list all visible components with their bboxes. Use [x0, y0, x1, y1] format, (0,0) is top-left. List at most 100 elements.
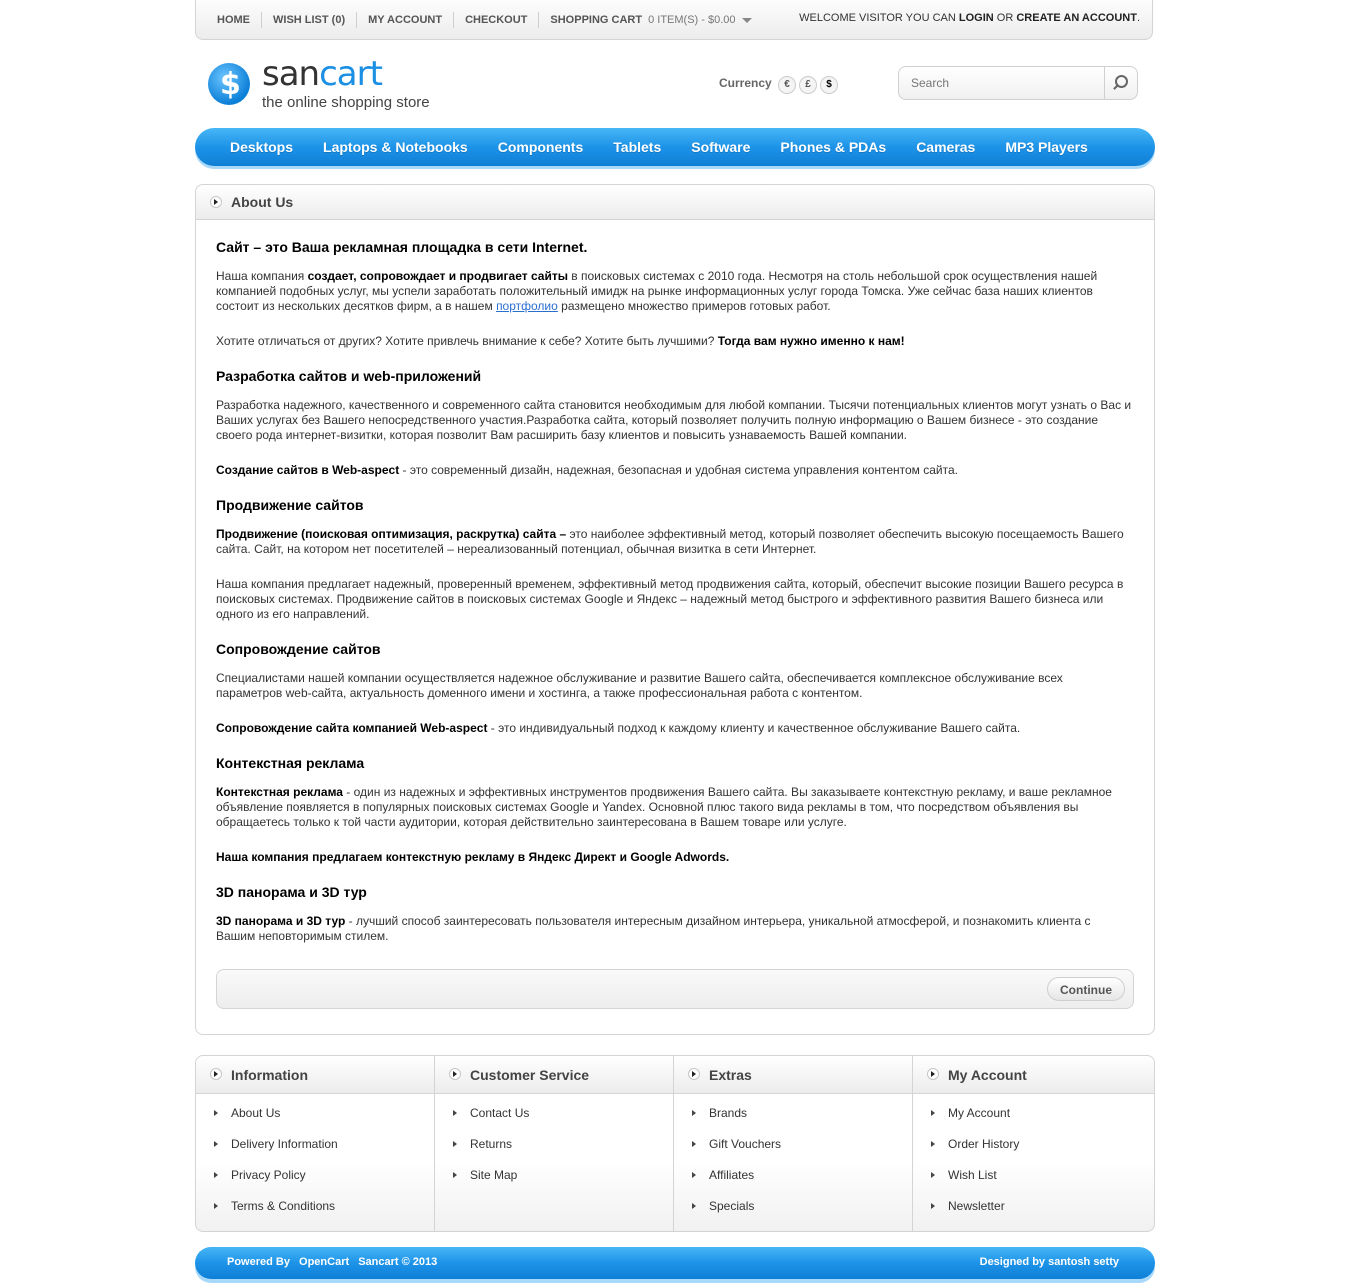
menu-item-phones[interactable]: Phones & PDAs [765, 128, 901, 166]
footer-link-brands[interactable]: Brands [692, 1106, 781, 1137]
footer-column-header: My Account [913, 1056, 1154, 1094]
shopping-cart-dropdown[interactable]: SHOPPING CART 0 ITEM(S) - $0.00 [539, 12, 762, 28]
footer-column-extras: Extras Brands Gift Vouchers Affiliates S… [674, 1056, 913, 1231]
paragraph-3d: 3D панорама и 3D тур - лучший способ заи… [216, 914, 1132, 944]
text: размещено множество примеров готовых раб… [557, 299, 831, 313]
menu-item-components[interactable]: Components [483, 128, 599, 166]
bold-text: Наша компания предлагаем контекстную рек… [216, 850, 730, 864]
opencart-link[interactable]: OpenCart [299, 1256, 349, 1268]
arrow-bullet-icon [688, 1068, 700, 1080]
bold-text: создает, сопровождает и продвигает сайты [307, 269, 568, 283]
paragraph-context-offer: Наша компания предлагаем контекстную рек… [216, 850, 1132, 865]
footer-column-title: Information [231, 1067, 308, 1083]
footer-link-newsletter[interactable]: Newsletter [931, 1199, 1019, 1230]
footer-link-contact[interactable]: Contact Us [453, 1106, 529, 1137]
currency-pound[interactable]: £ [799, 76, 818, 94]
bold-text: Создание сайтов в Web-aspect [216, 463, 400, 477]
main-menu: Desktops Laptops & Notebooks Components Tab… [195, 128, 1155, 166]
chevron-down-icon [741, 17, 752, 23]
currency-euro[interactable]: € [778, 76, 797, 94]
text: Наша компания [216, 269, 308, 283]
menu-item-laptops[interactable]: Laptops & Notebooks [308, 128, 483, 166]
shopping-cart-label: SHOPPING CART [550, 14, 643, 26]
paragraph-development: Разработка надежного, качественного и со… [216, 398, 1132, 442]
heading-promotion: Продвижение сайтов [216, 497, 364, 513]
footer-link-order-history[interactable]: Order History [931, 1137, 1019, 1168]
content-box: About Us Сайт – это Ваша рекламная площа… [195, 184, 1155, 1035]
content-header: About Us [196, 185, 1154, 220]
footer-link-site-map[interactable]: Site Map [453, 1168, 529, 1199]
paragraph-promotion: Продвижение (поисковая оптимизация, раск… [216, 527, 1132, 557]
currency-selector: Currency € £ $ [719, 76, 839, 94]
portfolio-link[interactable]: портфолио [496, 299, 558, 313]
footer-link-terms[interactable]: Terms & Conditions [214, 1199, 338, 1230]
menu-item-mp3[interactable]: MP3 Players [990, 128, 1103, 166]
text: - один из надежных и эффективных инструм… [216, 785, 1112, 829]
heading-intro: Сайт – это Ваша рекламная площадка в сет… [216, 239, 588, 255]
powered-by: Powered By OpenCart Sancart © 2013 [227, 1256, 443, 1268]
footer-column-information: Information About Us Delivery Informatio… [196, 1056, 435, 1231]
top-link-my-account[interactable]: MY ACCOUNT [357, 12, 455, 28]
powered-by-label: Powered By [227, 1256, 290, 1268]
footer-link-about-us[interactable]: About Us [214, 1106, 338, 1137]
logo-name-part-2: cart [319, 54, 383, 94]
heading-3d: 3D панорама и 3D тур [216, 884, 367, 900]
footer-link-returns[interactable]: Returns [453, 1137, 529, 1168]
heading-support: Сопровождение сайтов [216, 641, 381, 657]
paragraph-promotion-method: Наша компания предлагает надежный, прове… [216, 577, 1124, 621]
welcome-prefix: WELCOME VISITOR YOU CAN [799, 12, 956, 24]
logo-name: sancart [262, 54, 383, 94]
text: Хотите отличаться от других? Хотите прив… [216, 334, 718, 348]
footer-column-header: Information [196, 1056, 434, 1094]
create-account-link[interactable]: CREATE AN ACCOUNT [1016, 12, 1137, 24]
arrow-bullet-icon [449, 1068, 461, 1080]
text: - лучший способ заинтересовать пользоват… [216, 914, 1091, 943]
menu-item-software[interactable]: Software [676, 128, 765, 166]
paragraph-context-ads: Контекстная реклама - один из надежных и… [216, 785, 1132, 830]
heading-context-ads: Контекстная реклама [216, 755, 365, 771]
top-nav: HOME WISH LIST (0) MY ACCOUNT CHECKOUT SHOPP… [206, 12, 763, 28]
buttons-bar: Continue [216, 969, 1134, 1009]
welcome-or: OR [996, 12, 1014, 24]
welcome-period: . [1136, 12, 1140, 24]
arrow-bullet-icon [927, 1068, 939, 1080]
top-link-checkout[interactable]: CHECKOUT [454, 12, 540, 28]
top-link-wishlist[interactable]: WISH LIST (0) [262, 12, 358, 28]
footer-column-my-account: My Account My Account Order History Wish… [913, 1056, 1154, 1231]
footer-column-header: Customer Service [435, 1056, 673, 1094]
paragraph-cta: Хотите отличаться от других? Хотите прив… [216, 334, 1132, 349]
footer-link-affiliates[interactable]: Affiliates [692, 1168, 781, 1199]
footer-link-delivery[interactable]: Delivery Information [214, 1137, 338, 1168]
top-link-home[interactable]: HOME [206, 12, 262, 28]
logo-tagline: the online shopping store [262, 94, 430, 111]
footer-column-customer-service: Customer Service Contact Us Returns Site… [435, 1056, 674, 1231]
footer-link-wish-list[interactable]: Wish List [931, 1168, 1019, 1199]
bold-text: 3D панорама и 3D тур [216, 914, 346, 928]
continue-button[interactable]: Continue [1047, 977, 1125, 1001]
heading-development: Разработка сайтов и web-приложений [216, 368, 482, 384]
logo-name-part-1: san [262, 54, 320, 94]
footer-link-specials[interactable]: Specials [692, 1199, 781, 1230]
footer-column-header: Extras [674, 1056, 912, 1094]
currency-dollar[interactable]: $ [820, 76, 839, 94]
about-article: Сайт – это Ваша рекламная площадка в сет… [216, 240, 1132, 944]
footer-link-gift-vouchers[interactable]: Gift Vouchers [692, 1137, 781, 1168]
currency-label: Currency [719, 76, 772, 90]
bold-text: Сопровождение сайта компанией Web-aspect [216, 721, 488, 735]
store-logo[interactable]: sancart the online shopping store [208, 54, 468, 120]
search-button[interactable] [1104, 67, 1137, 99]
top-bar: HOME WISH LIST (0) MY ACCOUNT CHECKOUT SHOPP… [195, 0, 1153, 40]
footer-link-my-account[interactable]: My Account [931, 1106, 1019, 1137]
footer-link-privacy[interactable]: Privacy Policy [214, 1168, 338, 1199]
paragraph-support: Специалистами нашей компании осуществляе… [216, 671, 1063, 700]
paragraph-web-aspect: Создание сайтов в Web-aspect - это совре… [216, 463, 1132, 478]
menu-item-tablets[interactable]: Tablets [598, 128, 676, 166]
login-link[interactable]: LOGIN [959, 12, 994, 24]
bold-text: Контекстная реклама [216, 785, 343, 799]
menu-item-desktops[interactable]: Desktops [215, 128, 308, 166]
menu-item-cameras[interactable]: Cameras [901, 128, 990, 166]
footer-column-title: My Account [948, 1067, 1027, 1083]
footer: Information About Us Delivery Informatio… [195, 1055, 1155, 1232]
footer-column-title: Extras [709, 1067, 752, 1083]
search-input[interactable] [911, 76, 1101, 90]
